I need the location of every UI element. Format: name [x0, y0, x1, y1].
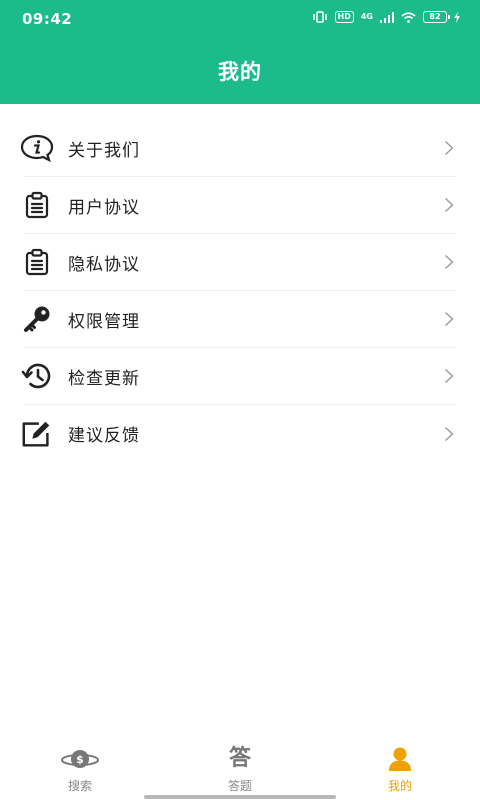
clipboard-icon — [20, 188, 54, 222]
svg-text:$: $ — [76, 753, 84, 766]
hd-badge: HD — [334, 11, 354, 23]
status-bar: 09:42 HD 4G 82 — [0, 0, 480, 38]
bottom-tab-bar: $ 搜索 答 答题 我的 — [0, 736, 480, 800]
menu-item-label: 用户协议 — [68, 197, 140, 218]
menu-item-label: 建议反馈 — [68, 426, 140, 446]
key-icon — [20, 302, 54, 336]
menu-item-label: 检查更新 — [68, 368, 140, 389]
chevron-right-icon — [445, 140, 454, 156]
chevron-right-icon — [445, 426, 454, 441]
menu-item-label: 隐私协议 — [68, 254, 140, 275]
status-time: 09:42 — [22, 10, 73, 28]
info-icon — [20, 131, 54, 165]
history-icon — [20, 359, 54, 393]
chevron-right-icon — [445, 197, 454, 213]
menu-item-permission-management[interactable]: 权限管理 — [24, 291, 456, 348]
tab-label: 搜索 — [67, 779, 92, 793]
person-icon — [387, 746, 413, 772]
planet-search-icon: $ — [60, 746, 100, 772]
menu-item-feedback[interactable]: 建议反馈 — [22, 405, 456, 462]
tab-mine[interactable]: 我的 — [320, 736, 480, 800]
menu-item-label: 权限管理 — [68, 311, 140, 332]
menu-item-user-agreement[interactable]: 用户协议 — [24, 177, 456, 234]
tab-search[interactable]: $ 搜索 — [0, 736, 160, 800]
signal-icon — [380, 11, 394, 23]
tab-label: 我的 — [387, 779, 412, 793]
charging-icon — [454, 11, 460, 23]
page-title: 我的 — [218, 60, 262, 84]
chevron-right-icon — [445, 311, 454, 327]
home-indicator[interactable] — [144, 795, 336, 799]
tab-answer[interactable]: 答 答题 — [160, 736, 320, 800]
menu-item-label: 关于我们 — [68, 140, 140, 161]
chevron-right-icon — [445, 368, 454, 384]
menu-item-check-update[interactable]: 检查更新 — [21, 348, 456, 405]
edit-icon — [20, 417, 54, 451]
answer-icon: 答 — [228, 746, 251, 771]
header-bar: 09:42 HD 4G 82 我的 — [0, 0, 480, 104]
settings-menu: 关于我们 用户协议 隐私协议 权限管理 检查更新 建议反馈 — [0, 120, 480, 462]
status-icons: HD 4G 82 — [312, 11, 460, 23]
vibrate-icon — [312, 11, 327, 23]
network-type: 4G — [360, 12, 373, 21]
wifi-icon — [401, 11, 416, 23]
menu-item-about-us[interactable]: 关于我们 — [20, 120, 456, 177]
battery-icon: 82 — [423, 11, 450, 23]
tab-label: 答题 — [227, 779, 252, 793]
clipboard-icon — [20, 245, 54, 279]
menu-item-privacy-agreement[interactable]: 隐私协议 — [24, 234, 456, 291]
chevron-right-icon — [445, 254, 454, 270]
